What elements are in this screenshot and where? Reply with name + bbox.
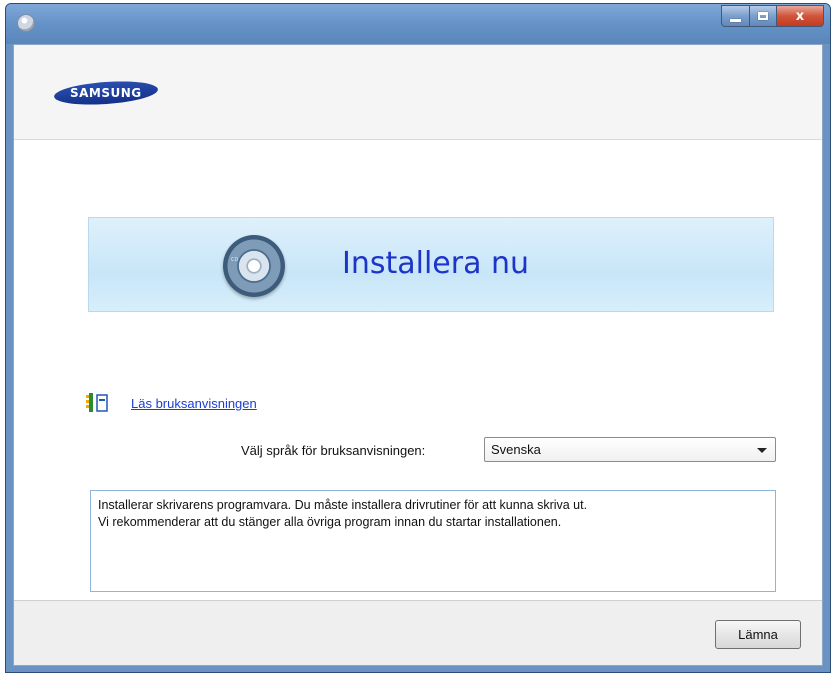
window-controls: x (721, 5, 824, 27)
client-area: SAMSUNG CD Installera nu Läs bruksanvisn… (13, 44, 823, 666)
title-bar[interactable]: x (6, 4, 830, 44)
manual-book-icon[interactable] (86, 393, 108, 413)
app-disc-icon[interactable] (17, 14, 35, 32)
close-icon: x (795, 8, 805, 24)
maximize-button[interactable] (750, 5, 777, 27)
language-select[interactable]: Svenska (484, 437, 776, 462)
description-line-1: Installerar skrivarens programvara. Du m… (98, 498, 588, 512)
cd-label: CD (231, 257, 239, 263)
minimize-icon (730, 18, 741, 22)
language-label: Välj språk för bruksanvisningen: (241, 443, 426, 458)
header: SAMSUNG (14, 45, 822, 140)
dropdown-arrow-icon (757, 448, 767, 453)
footer: Lämna (14, 600, 822, 665)
description-box: Installerar skrivarens programvara. Du m… (90, 490, 776, 592)
close-button[interactable]: x (777, 5, 824, 27)
install-now-button[interactable]: CD Installera nu (88, 217, 774, 312)
minimize-button[interactable] (721, 5, 750, 27)
install-now-label: Installera nu (342, 246, 530, 281)
leave-button[interactable]: Lämna (715, 620, 801, 649)
language-selected-value: Svenska (491, 442, 541, 457)
installer-window: x SAMSUNG CD Installera nu Läs bruksanvi… (5, 3, 831, 673)
cd-disc-icon: CD (223, 235, 285, 297)
read-manual-link[interactable]: Läs bruksanvisningen (131, 396, 257, 411)
samsung-logo: SAMSUNG (53, 78, 159, 108)
description-line-2: Vi rekommenderar att du stänger alla övr… (98, 515, 562, 529)
maximize-icon (758, 12, 768, 20)
